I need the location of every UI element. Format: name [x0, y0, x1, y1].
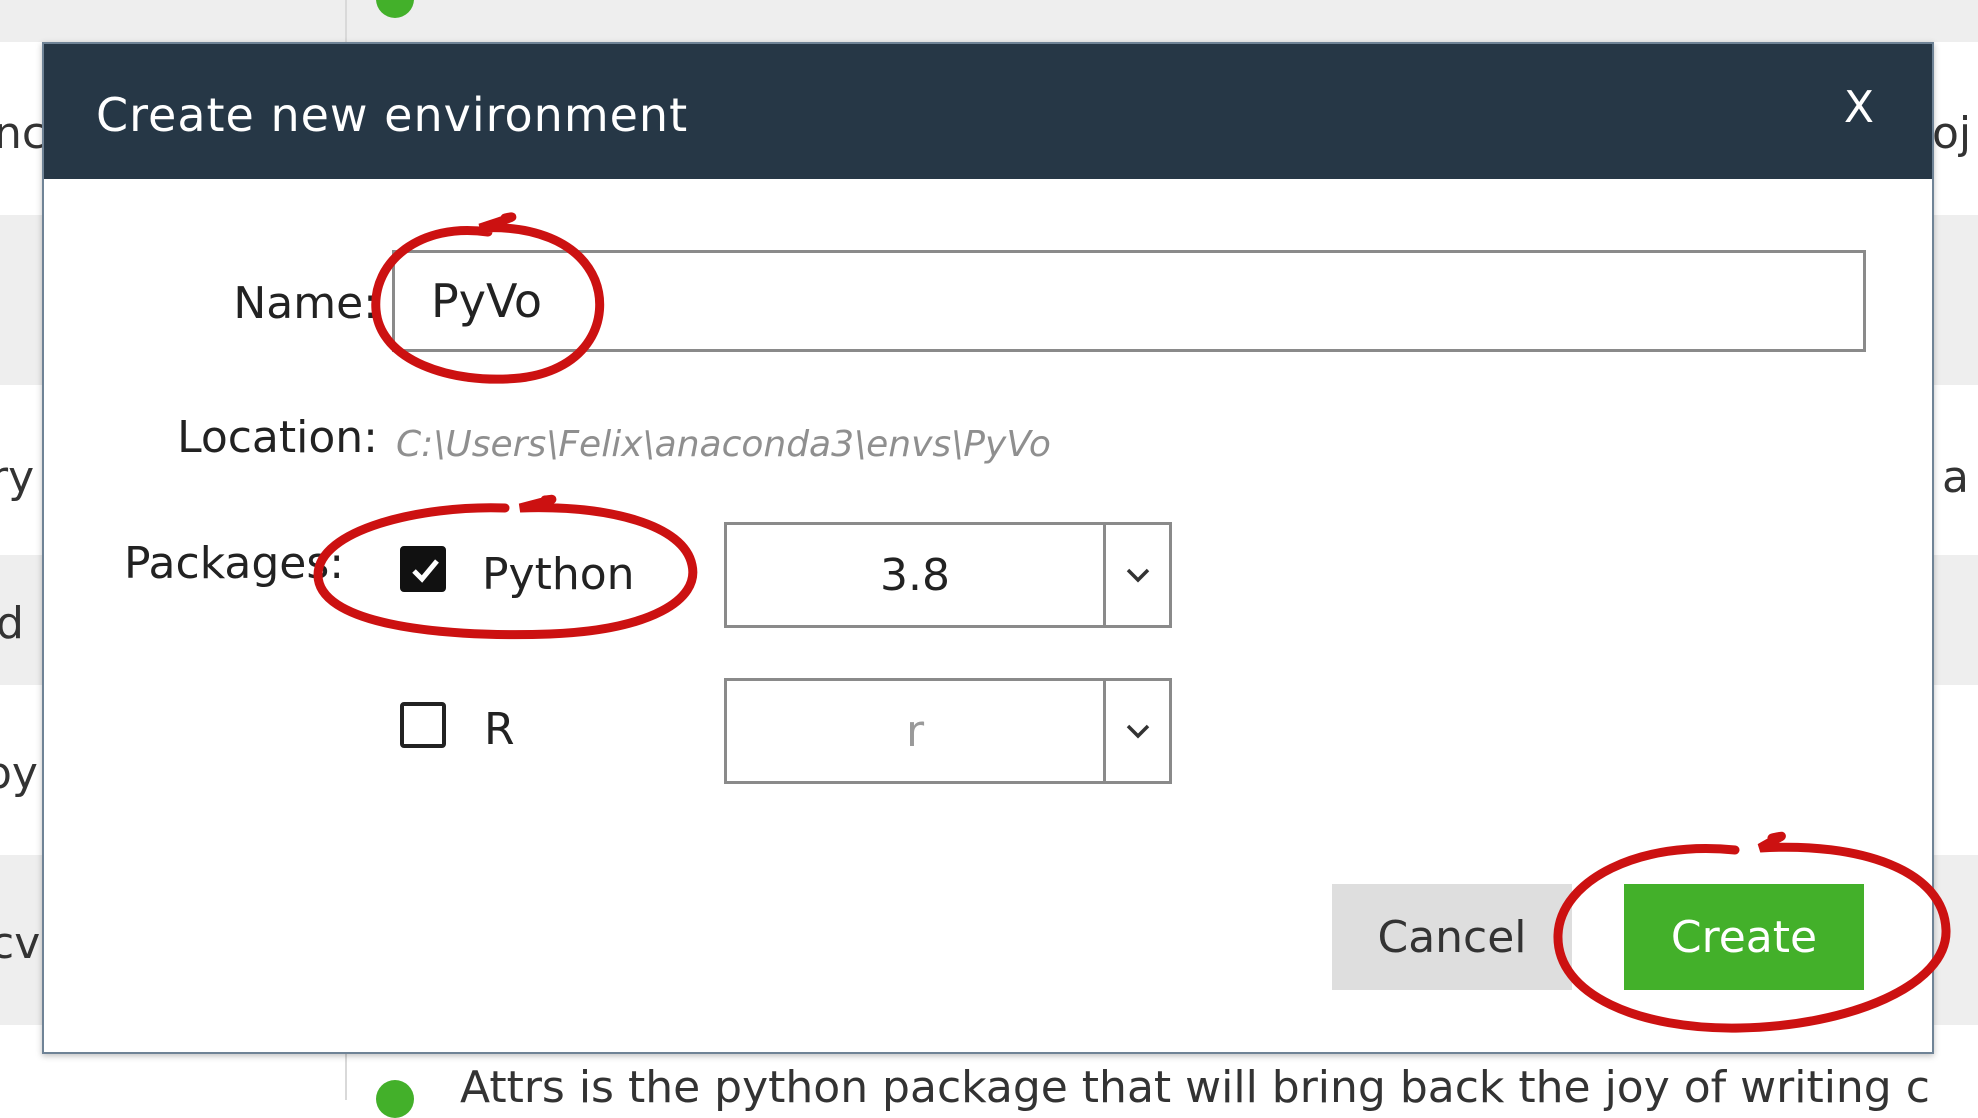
- r-label: R: [484, 704, 515, 755]
- create-button[interactable]: Create: [1624, 884, 1864, 990]
- checkmark-icon: [412, 559, 439, 583]
- background-row-fragment: py: [0, 748, 38, 799]
- python-version-select[interactable]: 3.8: [724, 522, 1172, 628]
- close-button[interactable]: X: [1844, 82, 1874, 133]
- location-label: Location:: [177, 412, 378, 463]
- dialog-title: Create new environment: [96, 88, 689, 142]
- python-version-value: 3.8: [880, 549, 950, 601]
- dialog-titlebar: Create new environment X: [44, 44, 1932, 179]
- background-description: Attrs is the python package that will br…: [460, 1062, 1930, 1113]
- name-label: Name:: [233, 278, 378, 329]
- background-row-fragment: cv: [0, 918, 41, 969]
- status-dot-icon: [376, 1080, 414, 1118]
- r-version-value: r: [905, 705, 925, 757]
- location-path: C:\Users\Felix\anaconda3\envs\PyVo: [396, 424, 1051, 465]
- r-version-select[interactable]: r: [724, 678, 1172, 784]
- cancel-button[interactable]: Cancel: [1332, 884, 1572, 990]
- chevron-down-icon[interactable]: [1103, 681, 1169, 781]
- python-checkbox[interactable]: [400, 546, 446, 592]
- background-row-fragment: nc: [0, 108, 47, 159]
- background-row-fragment: d: [0, 598, 24, 649]
- background-row: [0, 0, 1978, 42]
- python-label: Python: [482, 549, 635, 600]
- chevron-down-icon[interactable]: [1103, 525, 1169, 625]
- r-checkbox[interactable]: [400, 702, 446, 748]
- background-row-fragment: a: [1942, 452, 1969, 503]
- create-environment-dialog: Create new environment X Name: Location:…: [42, 42, 1934, 1054]
- name-input[interactable]: [392, 250, 1866, 352]
- background-row-fragment: oj: [1932, 108, 1972, 159]
- packages-label: Packages:: [124, 538, 345, 589]
- background-row-fragment: ry: [0, 452, 35, 503]
